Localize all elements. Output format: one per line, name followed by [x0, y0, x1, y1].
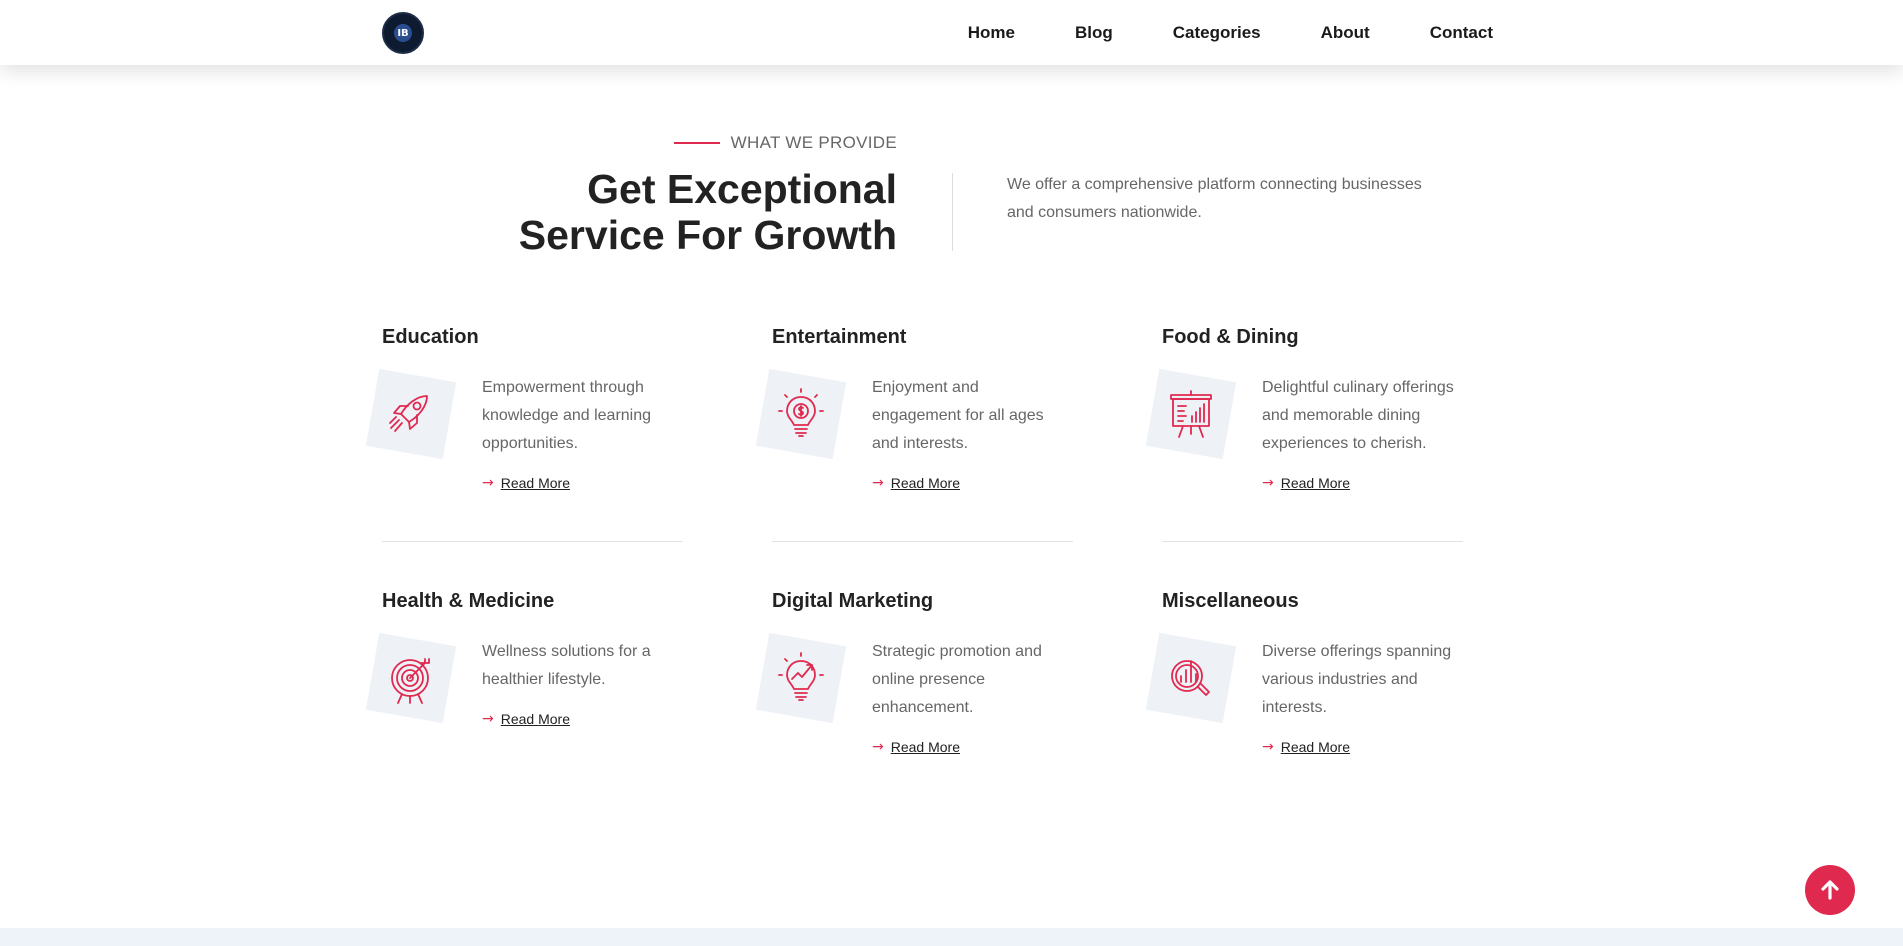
eyebrow-text: WHAT WE PROVIDE [730, 133, 897, 152]
service-card-digital-marketing: Digital Marketing Strategic promotion an… [755, 589, 1073, 755]
main-nav: Home Blog Categories About Contact [908, 0, 1493, 65]
card-divider [382, 541, 683, 542]
arrow-right-icon: → [482, 475, 494, 491]
card-divider [772, 541, 1073, 542]
nav-contact[interactable]: Contact [1430, 23, 1493, 43]
read-more-link[interactable]: → Read More [1262, 475, 1350, 491]
card-divider [1162, 541, 1463, 542]
service-card-education: Education Empowerment through knowledge … [365, 325, 683, 491]
eyebrow-accent-line [673, 142, 720, 144]
nav-about[interactable]: About [1321, 23, 1370, 43]
headline-line-1: Get Exceptional [587, 166, 897, 212]
presentation-board-icon [1145, 368, 1237, 460]
arrow-right-icon: → [1262, 475, 1274, 491]
arrow-right-icon: → [872, 739, 884, 755]
card-description: Strategic promotion and online presence … [872, 643, 1042, 716]
read-more-link[interactable]: → Read More [1262, 739, 1350, 755]
arrow-right-icon: → [1262, 739, 1274, 755]
card-description: Empowerment through knowledge and learni… [482, 379, 652, 452]
service-card-food-dining: Food & Dining Delightful culinary offeri… [1145, 325, 1463, 491]
card-title: Health & Medicine [382, 590, 555, 612]
service-card-health-medicine: Health & Medicine Wellness solutions for… [365, 589, 683, 727]
nav-home[interactable]: Home [968, 23, 1015, 43]
card-title: Digital Marketing [772, 590, 934, 612]
read-more-link[interactable]: → Read More [482, 711, 570, 727]
service-card-miscellaneous: Miscellaneous Diverse offerings spanning… [1145, 589, 1463, 755]
site-logo[interactable]: IB [382, 12, 424, 54]
intro-divider [952, 173, 953, 251]
arrow-right-icon: → [482, 711, 494, 727]
scroll-to-top-button[interactable] [1805, 865, 1855, 915]
target-icon [365, 632, 457, 724]
card-title: Food & Dining [1162, 326, 1299, 348]
service-card-entertainment: Entertainment Enjoyment and engagement f… [755, 325, 1073, 491]
card-description: Delightful culinary offerings and memora… [1262, 379, 1454, 452]
logo-mark: IB [394, 24, 412, 42]
footer-top-edge [0, 928, 1903, 946]
read-more-link[interactable]: → Read More [872, 475, 960, 491]
read-more-link[interactable]: → Read More [482, 475, 570, 491]
read-more-link[interactable]: → Read More [872, 739, 960, 755]
card-description: Diverse offerings spanning various indus… [1262, 643, 1452, 716]
card-title: Entertainment [772, 326, 907, 348]
section-headline: Get Exceptional Service For Growth [437, 166, 897, 258]
nav-blog[interactable]: Blog [1075, 23, 1113, 43]
analytics-magnifier-icon [1145, 632, 1237, 724]
site-header: IB Home Blog Categories About Contact [0, 0, 1903, 65]
nav-categories[interactable]: Categories [1173, 23, 1261, 43]
card-title: Miscellaneous [1162, 590, 1299, 612]
arrow-right-icon: → [872, 475, 884, 491]
intro-description: We offer a comprehensive platform connec… [1007, 176, 1422, 221]
rocket-icon [365, 368, 457, 460]
card-description: Enjoyment and engagement for all ages an… [872, 379, 1044, 452]
section-eyebrow: WHAT WE PROVIDE [673, 133, 897, 153]
card-title: Education [382, 326, 479, 348]
card-description: Wellness solutions for a healthier lifes… [482, 643, 651, 688]
lightbulb-growth-icon [755, 632, 847, 724]
lightbulb-dollar-icon [755, 368, 847, 460]
headline-line-2: Service For Growth [518, 212, 897, 258]
arrow-up-icon [1821, 880, 1839, 900]
